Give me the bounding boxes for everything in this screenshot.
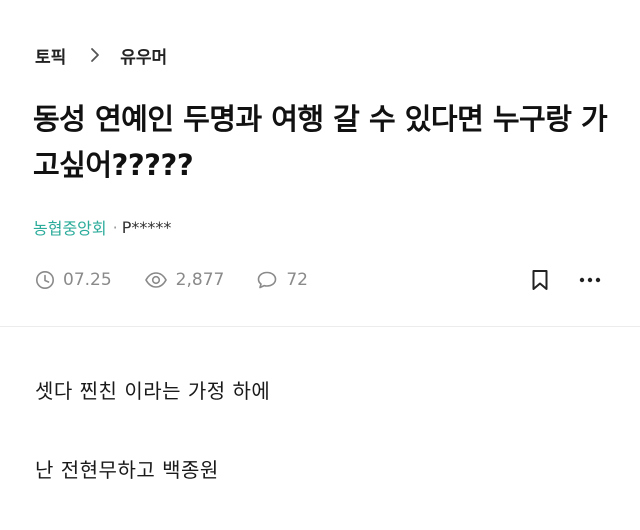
author-company[interactable]: 농협중앙회 [33,215,107,239]
chevron-right-icon [88,47,102,63]
breadcrumb: 토픽 유우머 [35,40,167,70]
eye-icon [144,272,167,288]
breadcrumb-category-link[interactable]: 유우머 [120,43,167,68]
breadcrumb-topic-link[interactable]: 토픽 [35,43,66,68]
post-body-line: 난 전현무하고 백종원 [35,458,219,482]
post-body-line: 셋다 찐친 이라는 가정 하에 [35,379,271,403]
post-actions [526,266,604,294]
speech-bubble-icon [258,271,277,289]
view-count: 2,877 [175,270,225,290]
bookmark-button[interactable] [526,266,554,294]
clock-icon [36,271,54,289]
meta-separator: · [112,217,118,237]
bookmark-icon [532,270,548,290]
comment-count: 72 [286,270,308,290]
divider [0,326,640,327]
post-stats: 07.25 2,877 72 [35,266,340,294]
more-options-button[interactable] [576,266,604,294]
author-name[interactable]: P***** [122,218,172,237]
more-dots-icon [579,277,601,283]
post-title: 동성 연예인 두명과 여행 갈 수 있다면 누구랑 가고싶어????? [33,102,608,182]
stat-comments[interactable]: 72 [256,270,308,290]
post-date: 07.25 [63,270,112,290]
post-meta: 농협중앙회 · P***** [33,214,171,240]
post-page: 토픽 유우머 동성 연예인 두명과 여행 갈 수 있다면 누구랑 가고싶어???… [0,0,640,530]
stat-views: 2,877 [144,270,225,290]
stat-date: 07.25 [35,270,112,290]
